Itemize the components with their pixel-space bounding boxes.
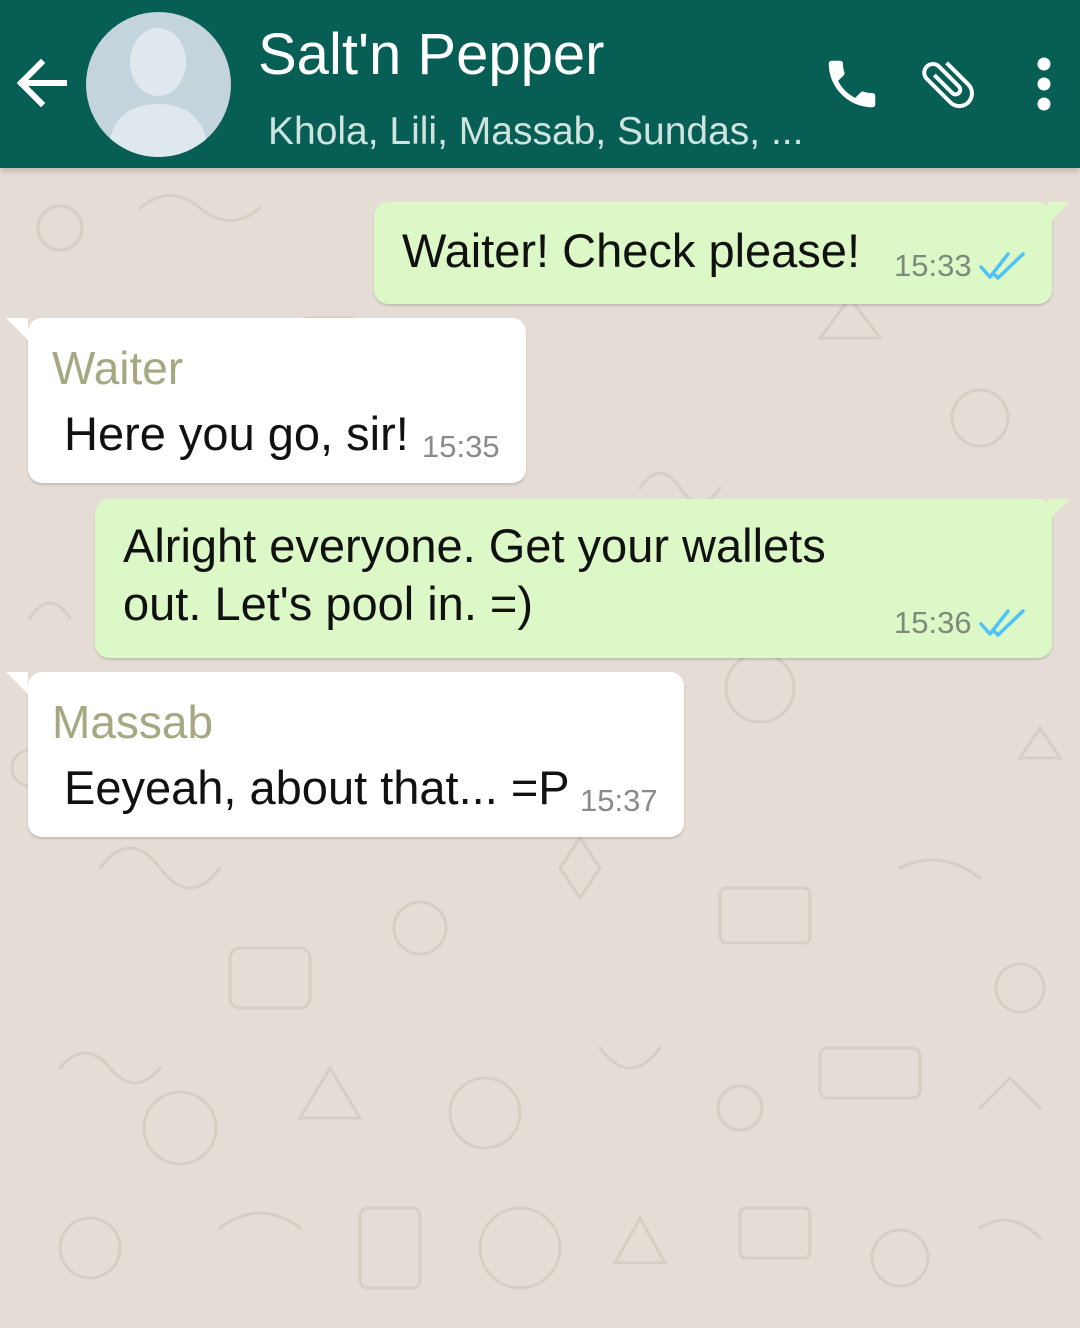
- arrow-left-icon: [16, 58, 67, 108]
- chat-members: Khola, Lili, Massab, Sundas, ...: [268, 110, 804, 153]
- message-text-line: Alright everyone. Get your wallets: [123, 519, 826, 572]
- chat-header: Salt'n Pepper Khola, Lili, Massab, Sunda…: [0, 0, 1080, 168]
- message-meta: 15:37: [580, 783, 658, 819]
- back-button[interactable]: [10, 52, 72, 114]
- phone-icon: [828, 60, 876, 108]
- message-text: Here you go, sir!: [64, 407, 409, 460]
- paperclip-icon: [922, 61, 974, 109]
- chat-title: Salt'n Pepper: [258, 22, 605, 87]
- message-meta: 15:36: [894, 605, 1028, 641]
- bubble-tail: [1048, 202, 1070, 224]
- double-check-read-icon: [978, 608, 1028, 638]
- chat-title-block[interactable]: Salt'n Pepper Khola, Lili, Massab, Sunda…: [258, 22, 818, 156]
- chat-screen: Salt'n Pepper Khola, Lili, Massab, Sunda…: [0, 0, 1080, 1328]
- message-time: 15:33: [894, 248, 972, 283]
- message-text: Eeyeah, about that... =P: [64, 761, 570, 814]
- message-meta: 15:35: [422, 429, 500, 465]
- message-time: 15:35: [422, 429, 500, 464]
- double-check-read-icon: [978, 251, 1028, 281]
- attach-button[interactable]: [912, 50, 984, 118]
- person-silhouette-icon: [108, 28, 208, 157]
- group-avatar[interactable]: [86, 12, 231, 157]
- more-vertical-icon: [1037, 57, 1051, 111]
- message-bubble-incoming[interactable]: Massab Eeyeah, about that... =P 15:37: [6, 672, 684, 837]
- voice-call-button[interactable]: [818, 50, 886, 118]
- message-time: 15:36: [894, 605, 972, 640]
- bubble-tail: [6, 318, 28, 340]
- message-bubble-outgoing[interactable]: Alright everyone. Get your wallets out. …: [95, 499, 1070, 658]
- bubble-tail: [1048, 499, 1070, 521]
- sender-name: Waiter: [52, 342, 184, 394]
- message-bubble-outgoing[interactable]: Waiter! Check please! 15:33: [374, 202, 1070, 304]
- message-time: 15:37: [580, 783, 658, 818]
- more-options-button[interactable]: [1020, 50, 1068, 118]
- sender-name: Massab: [52, 696, 214, 748]
- message-meta: 15:33: [894, 248, 1028, 284]
- message-text-line: out. Let's pool in. =): [123, 577, 534, 630]
- message-bubble-incoming[interactable]: Waiter Here you go, sir! 15:35: [6, 318, 526, 483]
- bubble-tail: [6, 672, 28, 694]
- message-text: Waiter! Check please!: [402, 224, 860, 277]
